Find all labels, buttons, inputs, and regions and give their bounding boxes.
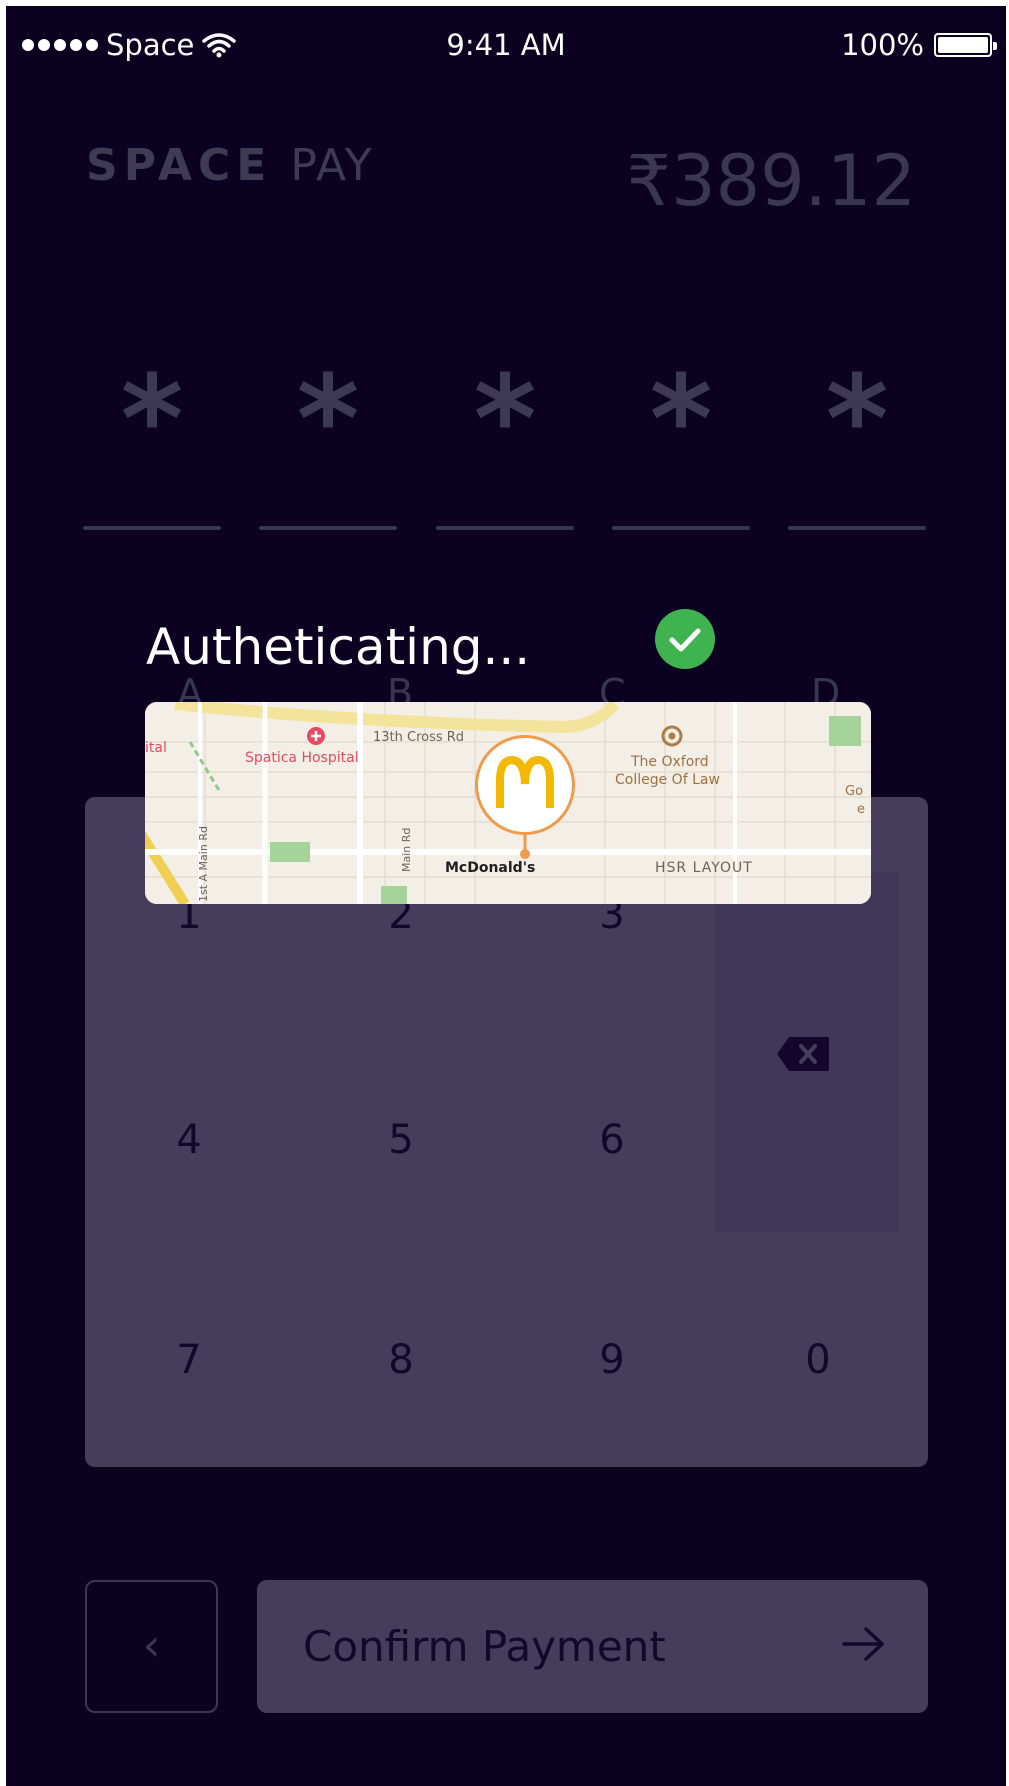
key-0[interactable]: 0 — [788, 1337, 848, 1383]
battery-group: 100% — [841, 28, 997, 62]
backspace-icon[interactable] — [775, 1035, 831, 1077]
pin-digit: * — [649, 351, 713, 490]
map-label-college-1: The Oxford — [631, 754, 709, 770]
confirm-payment-label: Confirm Payment — [303, 1622, 666, 1671]
map-label-edge: Go — [845, 784, 864, 799]
pin-underline — [83, 526, 221, 530]
pin-digit: * — [296, 351, 360, 490]
pin-slot-2: * — [259, 351, 397, 530]
map-label-edge-2: e — [857, 802, 865, 817]
brand-logo: SPACE PAY — [86, 140, 374, 191]
pin-slot-5: * — [788, 351, 926, 530]
confirm-payment-button[interactable]: Confirm Payment — [257, 1580, 928, 1713]
pin-underline — [436, 526, 574, 530]
pin-slot-3: * — [436, 351, 574, 530]
pin-slot-1: * — [83, 351, 221, 530]
pin-digit: * — [473, 351, 537, 490]
key-7[interactable]: 7 — [159, 1337, 219, 1383]
map-place-name: McDonald's — [445, 860, 536, 876]
phone-screen: Space 9:41 AM 100% SPACE PAY ₹389.12 * *… — [6, 6, 1006, 1786]
brand-suffix: PAY — [290, 140, 374, 191]
key-5[interactable]: 5 — [371, 1117, 431, 1163]
arrow-right-icon — [842, 1624, 886, 1668]
payment-amount: ₹389.12 — [626, 140, 916, 222]
back-button[interactable]: ‹ — [85, 1580, 218, 1713]
key-4[interactable]: 4 — [159, 1117, 219, 1163]
pin-underline — [612, 526, 750, 530]
map-label-hospital: Spatica Hospital — [245, 750, 359, 766]
check-icon — [655, 609, 715, 669]
pin-underline — [259, 526, 397, 530]
battery-percent: 100% — [841, 28, 924, 62]
auth-message: Autheticating... — [146, 618, 531, 676]
map-label-college-2: College Of Law — [615, 772, 720, 788]
battery-icon — [934, 33, 997, 57]
map-label-hospital-cut: ital — [145, 740, 167, 756]
merchant-map: ital Spatica Hospital 13th Cross Rd The … — [145, 702, 871, 904]
key-9[interactable]: 9 — [582, 1337, 642, 1383]
key-8[interactable]: 8 — [371, 1337, 431, 1383]
back-icon: ‹ — [142, 1620, 161, 1671]
brand-name: SPACE — [86, 140, 273, 191]
map-label-layout: HSR LAYOUT — [655, 860, 753, 876]
map-label-a-main: 1st A Main Rd — [197, 826, 210, 902]
map-label-road: 13th Cross Rd — [373, 730, 465, 745]
pin-digit: * — [120, 351, 184, 490]
pin-digit: * — [825, 351, 889, 490]
pin-underline — [788, 526, 926, 530]
map-label-main-rd: Main Rd — [400, 827, 413, 872]
status-bar: Space 9:41 AM 100% — [6, 6, 1006, 76]
pin-slot-4: * — [612, 351, 750, 530]
key-6[interactable]: 6 — [582, 1117, 642, 1163]
mcdonalds-logo-icon — [475, 735, 575, 835]
